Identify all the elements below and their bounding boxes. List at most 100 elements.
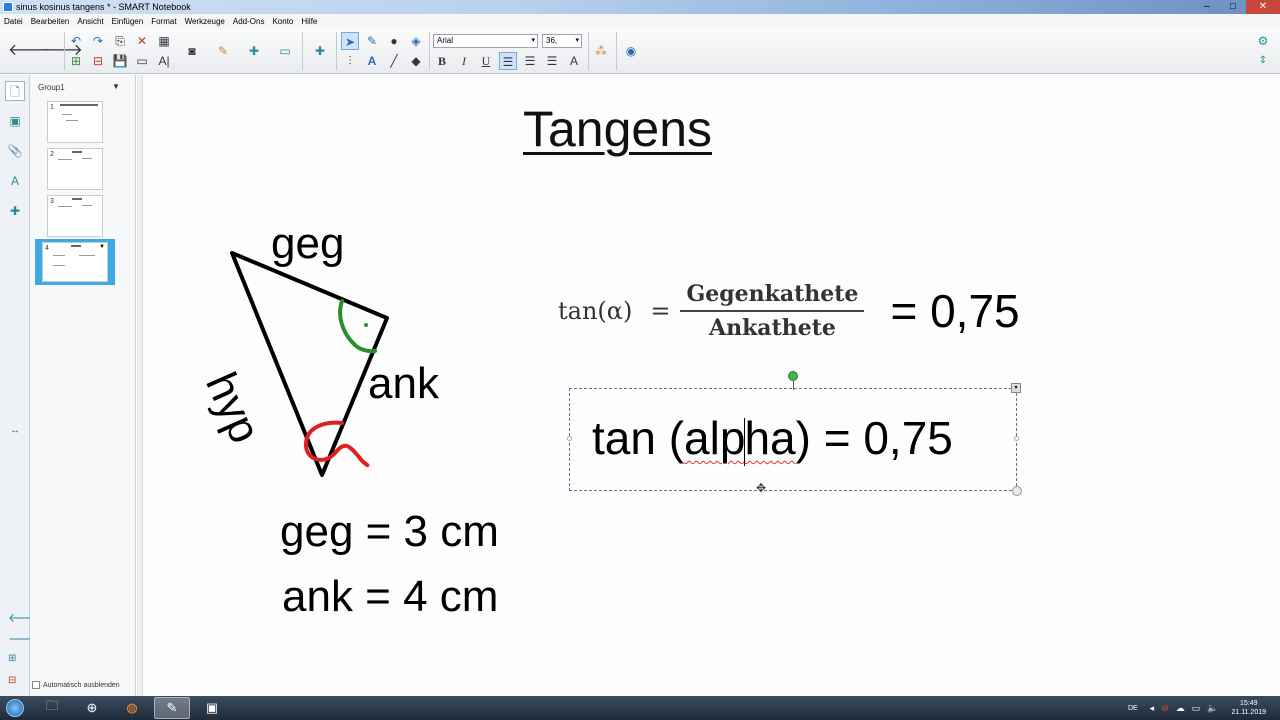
page-thumbnail-3[interactable]: 3 xyxy=(47,195,103,237)
text-format-icon[interactable]: A xyxy=(565,52,583,70)
align-left-icon[interactable]: ☰ xyxy=(499,52,517,70)
attachments-tab-icon[interactable]: 📎 xyxy=(5,141,25,161)
menu-add-ons[interactable]: Add-Ons xyxy=(233,17,265,26)
right-triangle xyxy=(230,251,389,477)
selected-text-box[interactable]: ▾ tan (alpha) = 0,75 ✥ xyxy=(567,371,1022,496)
delete-icon[interactable]: ✕ xyxy=(133,32,151,50)
tray-network-icon[interactable]: ◂ xyxy=(1150,703,1155,714)
align-right-icon[interactable]: ☰ xyxy=(543,52,561,70)
document-camera-icon[interactable]: ◙ xyxy=(183,42,201,60)
vertical-scrollbar[interactable] xyxy=(137,75,143,696)
clock-time: 15:49 xyxy=(1239,700,1258,707)
font-name-select[interactable]: Arial ▾ xyxy=(433,34,538,48)
sidebar-delete-page-icon[interactable]: ⊟ xyxy=(8,675,16,686)
align-center-icon[interactable]: ☰ xyxy=(521,52,539,70)
taskbar-teamviewer-icon[interactable]: ⊕ xyxy=(74,697,110,719)
fraction-bar xyxy=(680,310,865,312)
gallery-tab-icon[interactable]: ▣ xyxy=(5,111,25,131)
rotate-handle[interactable] xyxy=(788,371,798,381)
spell-check-icon[interactable]: A| xyxy=(155,52,173,70)
auto-hide-checkbox[interactable] xyxy=(32,681,40,689)
object-menu-icon[interactable]: ▾ xyxy=(1011,383,1021,393)
menu-konto[interactable]: Konto xyxy=(272,17,293,26)
save-icon[interactable]: 💾 xyxy=(111,52,129,70)
thumbnail-menu-icon[interactable]: ▼ xyxy=(99,244,105,250)
bold-button[interactable]: B xyxy=(433,52,451,70)
smart-notebook-window: sinus kosinus tangens * - SMART Notebook… xyxy=(0,0,1280,720)
given-opposite-text[interactable]: geg = 3 cm xyxy=(280,507,499,557)
minimize-button[interactable]: – xyxy=(1194,0,1220,14)
menu-format[interactable]: Format xyxy=(151,17,176,26)
page-thumbnail-1[interactable]: 1 xyxy=(47,101,103,143)
resize-handle[interactable] xyxy=(1012,486,1022,496)
redo-icon[interactable]: ↷ xyxy=(89,32,107,50)
select-tool-icon[interactable]: ➤ xyxy=(341,32,359,50)
previous-page-icon[interactable]: 🡐 xyxy=(8,42,51,60)
edge-handle-left[interactable] xyxy=(567,436,572,441)
text-tool-icon[interactable]: A xyxy=(363,52,381,70)
pen-tool-icon[interactable]: ✎ xyxy=(363,32,381,50)
menu-datei[interactable]: Datei xyxy=(4,17,23,26)
taskbar-firefox-icon[interactable]: ◍ xyxy=(114,697,150,719)
taskbar-app-icon[interactable]: ▣ xyxy=(194,697,230,719)
move-cursor-icon: ✥ xyxy=(756,481,767,495)
settings-gear-icon[interactable]: ⚙ xyxy=(1254,32,1272,50)
tray-antivirus-icon[interactable]: ⊘ xyxy=(1161,703,1169,714)
underline-button[interactable]: U xyxy=(477,52,495,70)
text-box-content[interactable]: tan (alpha) = 0,75 xyxy=(592,411,953,466)
line-tool-icon[interactable]: ╱ xyxy=(385,52,403,70)
display-icon[interactable]: ▭ xyxy=(276,42,294,60)
maximize-button[interactable]: □ xyxy=(1220,0,1246,14)
start-button[interactable] xyxy=(0,696,30,720)
page-thumbnail-4[interactable]: 4 ▼ xyxy=(42,242,108,282)
italic-button[interactable]: I xyxy=(455,52,473,70)
menu-bearbeiten[interactable]: Bearbeiten xyxy=(31,17,70,26)
auto-hide-option[interactable]: Automatisch ausblenden xyxy=(32,681,120,689)
addons-tab-icon[interactable]: ✚ xyxy=(5,201,25,221)
magic-pen-icon[interactable]: ⫶ xyxy=(341,52,359,70)
table-icon[interactable]: ▦ xyxy=(155,32,173,50)
window-title: sinus kosinus tangens * - SMART Notebook xyxy=(16,2,191,12)
tray-monitor-icon[interactable]: ▭ xyxy=(1192,703,1201,714)
title-bar: sinus kosinus tangens * - SMART Notebook… xyxy=(0,0,1280,14)
toolbar-position-icon[interactable]: ⇕ xyxy=(1254,52,1272,70)
page-thumbnail-2[interactable]: 2 xyxy=(47,148,103,190)
triangle-label-adjacent[interactable]: ank xyxy=(368,359,439,409)
fill-tool-icon[interactable]: ◈ xyxy=(407,32,425,50)
clock[interactable]: 15:49 21.11.2019 xyxy=(1231,699,1266,717)
shapes-tool-icon[interactable]: ● xyxy=(385,32,403,50)
menu-ansicht[interactable]: Ansicht xyxy=(77,17,103,26)
menu-einfuegen[interactable]: Einfügen xyxy=(112,17,144,26)
eraser-icon[interactable]: ◆ xyxy=(407,52,425,70)
paste-icon[interactable]: ⎘ xyxy=(111,32,129,50)
response-icon[interactable]: ✎ xyxy=(214,42,232,60)
language-indicator[interactable]: DE xyxy=(1128,705,1138,712)
screen-shade-icon[interactable]: ▭ xyxy=(133,52,151,70)
tray-volume-icon[interactable]: 🔈 xyxy=(1207,703,1218,714)
chevron-down-icon[interactable]: ▼ xyxy=(112,82,120,91)
triangle-label-opposite[interactable]: geg xyxy=(271,219,344,269)
color-palette-icon[interactable]: ⁂ xyxy=(592,42,610,60)
taskbar-smart-notebook-icon[interactable]: ✎ xyxy=(154,697,190,719)
undo-icon[interactable]: ↶ xyxy=(67,32,85,50)
close-button[interactable]: ✕ xyxy=(1246,0,1280,14)
menu-hilfe[interactable]: Hilfe xyxy=(301,17,317,26)
next-page-icon[interactable]: 🡒 xyxy=(40,42,83,60)
add-page-icon[interactable]: ⊞ xyxy=(67,52,85,70)
menu-werkzeuge[interactable]: Werkzeuge xyxy=(185,17,225,26)
resize-handle-icon[interactable]: ↔ xyxy=(5,421,25,441)
lesson-activity-icon[interactable]: ✚ xyxy=(311,42,329,60)
delete-page-icon[interactable]: ⊟ xyxy=(89,52,107,70)
properties-tab-icon[interactable]: A xyxy=(5,171,25,191)
tangent-formula[interactable]: tan(α) = Gegenkathete Ankathete = 0,75 xyxy=(558,281,1020,341)
font-size-select[interactable]: 36, ▾ xyxy=(542,34,582,48)
addons-icon[interactable]: ✚ xyxy=(245,42,263,60)
taskbar-explorer-icon[interactable]: 🗀 xyxy=(34,697,70,719)
tray-cloud-icon[interactable]: ☁ xyxy=(1176,703,1185,714)
transparency-icon[interactable]: ◉ xyxy=(622,42,640,60)
whiteboard-canvas[interactable]: Tangens geg ank hyp geg = 3 cm ank = 4 c… xyxy=(137,75,1280,696)
given-adjacent-text[interactable]: ank = 4 cm xyxy=(282,572,498,622)
edge-handle-right[interactable] xyxy=(1014,436,1019,441)
page-sorter-tab-icon[interactable]: 🗋 xyxy=(5,81,25,101)
sidebar-add-page-icon[interactable]: ⊞ xyxy=(8,653,16,664)
